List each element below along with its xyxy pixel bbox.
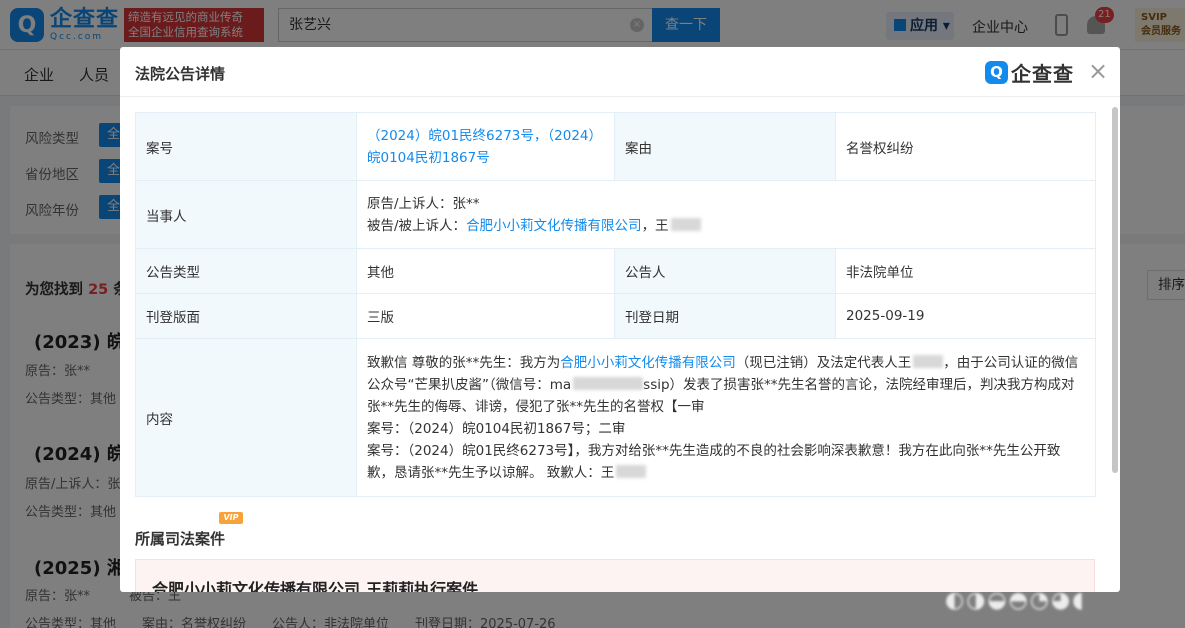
notice-type-value: 其他 [356,248,615,294]
cause-value: 名誉权纠纷 [835,112,1096,181]
logo-mark-icon: Q [985,60,1008,84]
notice-detail-table: 案号 （2024）皖01民终6273号，（2024）皖0104民初1867号 案… [135,112,1096,497]
watermark: ◐◑◒◓◔◕◖ [945,588,1086,613]
publish-date-label: 刊登日期 [614,293,836,339]
parties-value: 原告/上诉人：张** 被告/被上诉人：合肥小小莉文化传播有限公司，王 [356,180,1096,249]
page-value: 三版 [356,293,615,339]
table-row: 内容 致歉信 尊敬的张**先生：我方为合肥小小莉文化传播有限公司（现已注销）及法… [135,338,1096,497]
related-case-card[interactable]: 合肥小小莉文化传播有限公司,王莉莉执行案件 [135,559,1095,592]
cause-label: 案由 [614,112,836,181]
plaintiff-text: 原告/上诉人：张** [367,195,480,212]
related-cases-title: 所属司法案件 [135,530,226,548]
notice-type-label: 公告类型 [135,248,357,294]
table-row: 刊登版面 三版 刊登日期 2025-09-19 [135,293,1096,339]
content-value: 致歉信 尊敬的张**先生：我方为合肥小小莉文化传播有限公司（现已注销）及法定代表… [356,338,1096,497]
announcer-value: 非法院单位 [835,248,1096,294]
dialog-logo: Q 企查查 [985,60,1074,86]
redacted-name [616,464,647,478]
content-company-link[interactable]: 合肥小小莉文化传播有限公司 [560,355,736,371]
publish-date-value: 2025-09-19 [835,293,1096,339]
dialog-scrollbar[interactable] [1112,107,1118,473]
dialog-header: 法院公告详情 Q 企查查 × [120,47,1120,97]
redacted-name [913,354,944,368]
table-row: 案号 （2024）皖01民终6273号，（2024）皖0104民初1867号 案… [135,112,1096,181]
close-icon[interactable]: × [1086,59,1110,83]
case-number-link[interactable]: （2024）皖01民终6273号，（2024）皖0104民初1867号 [367,128,602,166]
related-case-title[interactable]: 合肥小小莉文化传播有限公司,王莉莉执行案件 [152,576,478,592]
dialog-logo-text: 企查查 [1011,61,1074,86]
content-label: 内容 [135,338,357,497]
defendant-company-link[interactable]: 合肥小小莉文化传播有限公司 [466,218,642,234]
vip-badge: VIP [219,512,243,524]
page-label: 刊登版面 [135,293,357,339]
redacted-wechat-id [573,376,644,390]
parties-label: 当事人 [135,180,357,249]
table-row: 公告类型 其他 公告人 非法院单位 [135,248,1096,294]
redacted-name [670,217,701,231]
table-row: 当事人 原告/上诉人：张** 被告/被上诉人：合肥小小莉文化传播有限公司，王 [135,180,1096,249]
announcer-label: 公告人 [614,248,836,294]
court-notice-dialog: 法院公告详情 Q 企查查 × 案号 （2024）皖01民终6273号，（2024… [120,47,1120,592]
dialog-title: 法院公告详情 [135,65,226,83]
case-number-label: 案号 [135,112,357,181]
